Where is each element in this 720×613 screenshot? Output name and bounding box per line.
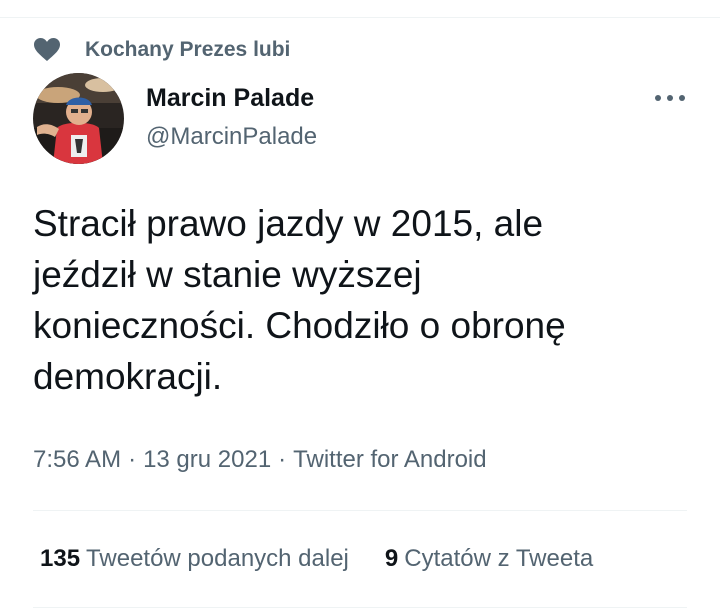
divider — [33, 607, 687, 608]
author-block: Marcin Palade @MarcinPalade — [146, 82, 317, 153]
avatar[interactable] — [33, 73, 124, 164]
quotes-label: Cytatów z Tweeta — [404, 545, 594, 572]
tweet-source[interactable]: Twitter for Android — [293, 446, 486, 473]
meta-separator: · — [128, 446, 137, 473]
social-context-text[interactable]: Kochany Prezes lubi — [85, 38, 290, 62]
quotes-count: 9 — [384, 545, 399, 572]
more-icon — [654, 89, 686, 107]
quotes-stat[interactable]: 9 Cytatów z Tweeta — [385, 545, 593, 573]
divider — [33, 510, 687, 511]
more-button[interactable] — [648, 84, 692, 112]
author-handle[interactable]: @MarcinPalade — [146, 121, 317, 153]
top-divider — [0, 17, 720, 18]
tweet-date[interactable]: 13 gru 2021 — [143, 446, 271, 473]
retweets-count: 135 — [40, 545, 81, 572]
tweet-meta: 7:56 AM · 13 gru 2021 · Twitter for Android — [33, 446, 487, 474]
author-display-name[interactable]: Marcin Palade — [146, 82, 317, 114]
tweet-text: Stracił prawo jazdy w 2015, ale jeździł … — [33, 203, 566, 397]
meta-separator: · — [278, 446, 287, 473]
retweets-stat[interactable]: 135 Tweetów podanych dalej — [40, 545, 349, 573]
retweets-label: Tweetów podanych dalej — [86, 545, 349, 572]
tweet-stats: 135 Tweetów podanych dalej 9 Cytatów z T… — [40, 545, 593, 573]
heart-icon — [33, 36, 61, 64]
social-context: Kochany Prezes lubi — [33, 36, 290, 64]
tweet-time[interactable]: 7:56 AM — [33, 446, 121, 473]
